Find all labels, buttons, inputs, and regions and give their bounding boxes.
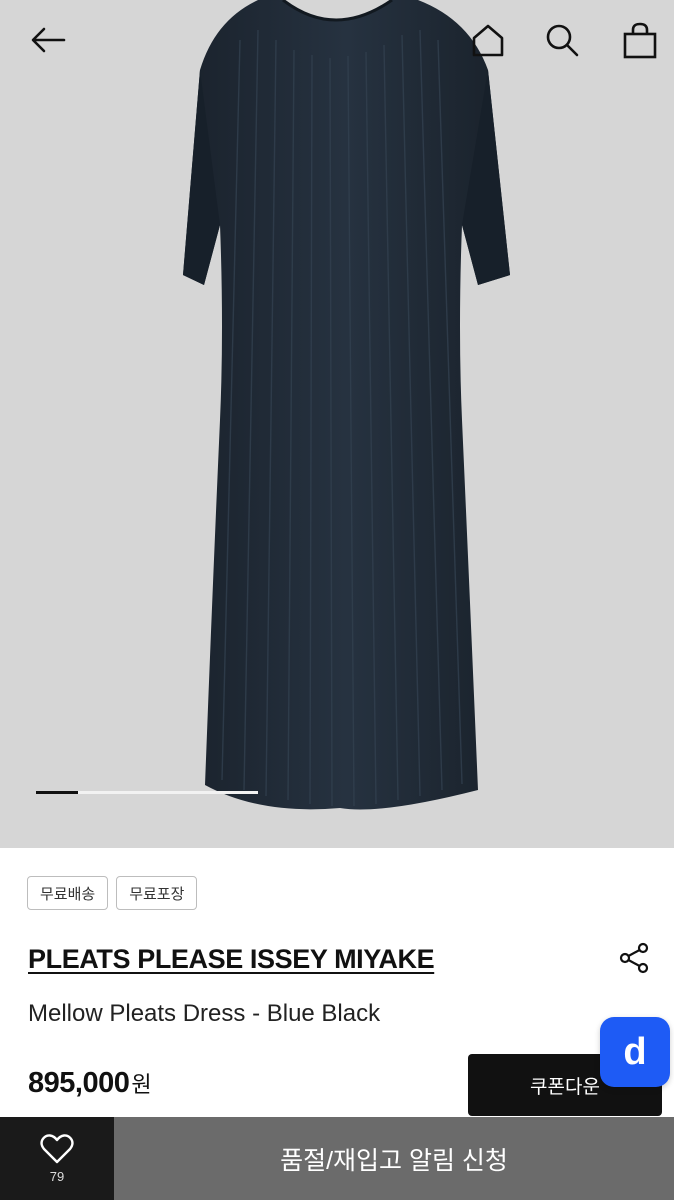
share-icon (619, 942, 649, 974)
bottom-action-bar: 79 품절/재입고 알림 신청 (0, 1117, 674, 1200)
search-button[interactable] (540, 18, 584, 62)
tag-free-wrapping: 무료포장 (116, 876, 198, 910)
search-icon (546, 24, 579, 57)
home-button[interactable] (466, 18, 510, 62)
price-currency: 원 (131, 1072, 152, 1097)
share-button[interactable] (612, 936, 656, 980)
product-image-gallery[interactable] (0, 0, 674, 848)
back-button[interactable] (26, 18, 70, 62)
wishlist-button[interactable]: 79 (0, 1117, 114, 1200)
benefit-tags: 무료배송 무료포장 (27, 876, 198, 910)
tag-free-shipping: 무료배송 (27, 876, 109, 910)
restock-alert-button[interactable]: 품절/재입고 알림 신청 (114, 1117, 674, 1200)
brand-link[interactable]: PLEATS PLEASE ISSEY MIYAKE (28, 944, 435, 975)
product-name: Mellow Pleats Dress - Blue Black (28, 1000, 381, 1027)
arrow-left-icon (31, 27, 66, 53)
shopping-bag-icon (623, 22, 657, 59)
gallery-progress (36, 791, 258, 794)
cart-button[interactable] (618, 18, 662, 62)
price-value: 895,000 (28, 1067, 130, 1099)
floating-d-button[interactable]: d (600, 1017, 670, 1087)
product-image (183, 0, 510, 810)
wishlist-count: 79 (49, 1169, 65, 1184)
gallery-progress-fill (36, 791, 79, 794)
price: 895,000 원 (28, 1067, 152, 1100)
heart-icon (40, 1134, 74, 1164)
home-icon (472, 24, 504, 57)
